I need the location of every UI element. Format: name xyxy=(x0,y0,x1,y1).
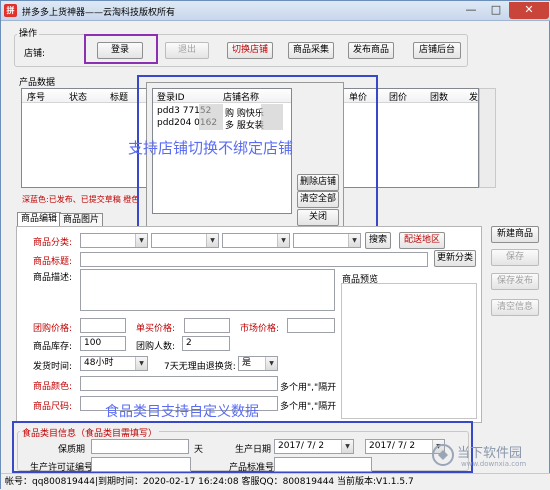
ship-time-value: 48小时 xyxy=(84,358,114,368)
chevron-down-icon: ▼ xyxy=(265,357,277,370)
single-price-label: 单买价格: xyxy=(136,324,176,334)
save-publish-button[interactable]: 保存发布 xyxy=(491,273,539,290)
col-publish: 发 xyxy=(469,93,479,103)
update-category-button[interactable]: 更新分类 xyxy=(434,250,476,267)
category-select-2[interactable]: ▼ xyxy=(151,233,219,248)
chevron-down-icon: ▼ xyxy=(135,234,147,247)
status-bar: 帐号：qq800819444|到期时间：2020-02-17 16:24:08 … xyxy=(1,473,550,490)
production-date-label: 生产日期 xyxy=(235,445,272,455)
chevron-down-icon: ▼ xyxy=(135,357,147,370)
operation-group-label: 操作 xyxy=(17,26,40,39)
stock-input[interactable]: 100 xyxy=(80,336,126,351)
watermark-url: www.downxia.com xyxy=(461,460,527,468)
ship-time-select[interactable]: 48小时 ▼ xyxy=(80,356,148,371)
return-select[interactable]: 是 ▼ xyxy=(238,356,278,371)
shop-backend-button[interactable]: 店铺后台 xyxy=(413,42,461,59)
switch-shop-button[interactable]: 切换店铺 xyxy=(227,42,273,59)
size-hint: 多个用","隔开 xyxy=(280,402,337,412)
ship-time-label: 发货时间: xyxy=(33,362,73,372)
license-label: 生产许可证编号 xyxy=(30,463,94,473)
watermark-logo: 当下软件园 www.downxia.com xyxy=(431,439,549,473)
standard-input[interactable] xyxy=(274,457,372,472)
col-title: 标题 xyxy=(110,93,129,103)
market-price-input[interactable] xyxy=(287,318,335,333)
preview-area xyxy=(341,283,477,419)
window-title: 拼多多上货神器——云淘科技版权所有 xyxy=(22,8,176,18)
date-from-value: 2017/ 7/ 2 xyxy=(278,441,325,451)
new-product-button[interactable]: 新建商品 xyxy=(491,226,539,243)
color-input[interactable] xyxy=(80,376,278,391)
save-button[interactable]: 保存 xyxy=(491,249,539,266)
color-hint: 多个用","隔开 xyxy=(280,383,337,393)
tab-product-images[interactable]: 商品图片 xyxy=(59,213,104,227)
title-input[interactable] xyxy=(80,252,428,267)
desc-input[interactable] xyxy=(80,269,335,311)
date-to-value: 2017/ 7/ 2 xyxy=(369,441,416,451)
color-label: 商品颜色: xyxy=(33,382,73,392)
calendar-dropdown-icon: ▼ xyxy=(341,440,353,453)
shelf-life-label: 保质期 xyxy=(58,445,86,455)
group-count-label: 团购人数: xyxy=(136,342,176,352)
stock-label: 商品库存: xyxy=(33,342,73,352)
watermark-icon xyxy=(432,444,454,466)
publish-product-button[interactable]: 发布商品 xyxy=(348,42,394,59)
food-annotation-text: 食品类目支持自定义数据 xyxy=(105,404,259,420)
single-price-input[interactable] xyxy=(184,318,230,333)
chevron-down-icon: ▼ xyxy=(206,234,218,247)
product-collect-button[interactable]: 商品采集 xyxy=(288,42,334,59)
production-date-from[interactable]: 2017/ 7/ 2 ▼ xyxy=(274,439,354,454)
watermark-text: 当下软件园 xyxy=(457,446,523,461)
shop-annotation-text: 支持店铺切换不绑定店铺 xyxy=(128,139,294,157)
clear-info-button[interactable]: 清空信息 xyxy=(491,299,539,316)
list-scrollbar[interactable] xyxy=(479,88,496,188)
standard-label: 产品标准号 xyxy=(229,463,275,473)
category-select-3[interactable]: ▼ xyxy=(222,233,290,248)
license-input[interactable] xyxy=(91,457,191,472)
ship-area-button[interactable]: 配送地区 xyxy=(399,232,445,249)
size-label: 商品尺码: xyxy=(33,402,73,412)
maximize-button[interactable]: □ xyxy=(484,2,508,19)
col-group-price: 团价 xyxy=(389,93,408,103)
app-window: 拼 拼多多上货神器——云淘科技版权所有 — □ ✕ 操作 店铺: 登录 退出 切… xyxy=(0,0,550,490)
group-price-input[interactable] xyxy=(80,318,126,333)
title-bar: 拼 拼多多上货神器——云淘科技版权所有 — □ ✕ xyxy=(1,1,550,21)
group-count-input[interactable]: 2 xyxy=(182,336,230,351)
group-price-label: 团购价格: xyxy=(33,324,73,334)
return-label: 7天无理由退换货: xyxy=(164,362,236,372)
title-label: 商品标题: xyxy=(33,257,73,267)
close-button[interactable]: ✕ xyxy=(509,2,549,19)
logout-button[interactable]: 退出 xyxy=(165,42,209,59)
chevron-down-icon: ▼ xyxy=(277,234,289,247)
food-info-label: 食品类目信息（食品类目需填写） xyxy=(20,426,160,439)
login-button[interactable]: 登录 xyxy=(97,42,143,59)
tab-product-edit[interactable]: 商品编辑 xyxy=(17,212,62,227)
shop-label: 店铺: xyxy=(24,49,46,59)
app-icon: 拼 xyxy=(4,4,17,17)
category-label: 商品分类: xyxy=(33,238,73,248)
shelf-life-unit: 天 xyxy=(194,445,204,455)
return-value: 是 xyxy=(242,358,252,368)
status-legend: 深蓝色:已发布、已提交草稿 橙色 xyxy=(22,195,140,204)
col-index: 序号 xyxy=(27,93,46,103)
market-price-label: 市场价格: xyxy=(240,324,280,334)
category-select-1[interactable]: ▼ xyxy=(80,233,148,248)
minimize-button[interactable]: — xyxy=(459,2,483,19)
shelf-life-input[interactable] xyxy=(91,439,189,454)
search-button[interactable]: 搜索 xyxy=(365,232,391,249)
desc-label: 商品描述: xyxy=(33,273,73,283)
col-status: 状态 xyxy=(69,93,88,103)
product-data-label: 产品数据 xyxy=(17,75,58,88)
category-select-4[interactable]: ▼ xyxy=(293,233,361,248)
col-group-count: 团数 xyxy=(430,93,449,103)
chevron-down-icon: ▼ xyxy=(348,234,360,247)
